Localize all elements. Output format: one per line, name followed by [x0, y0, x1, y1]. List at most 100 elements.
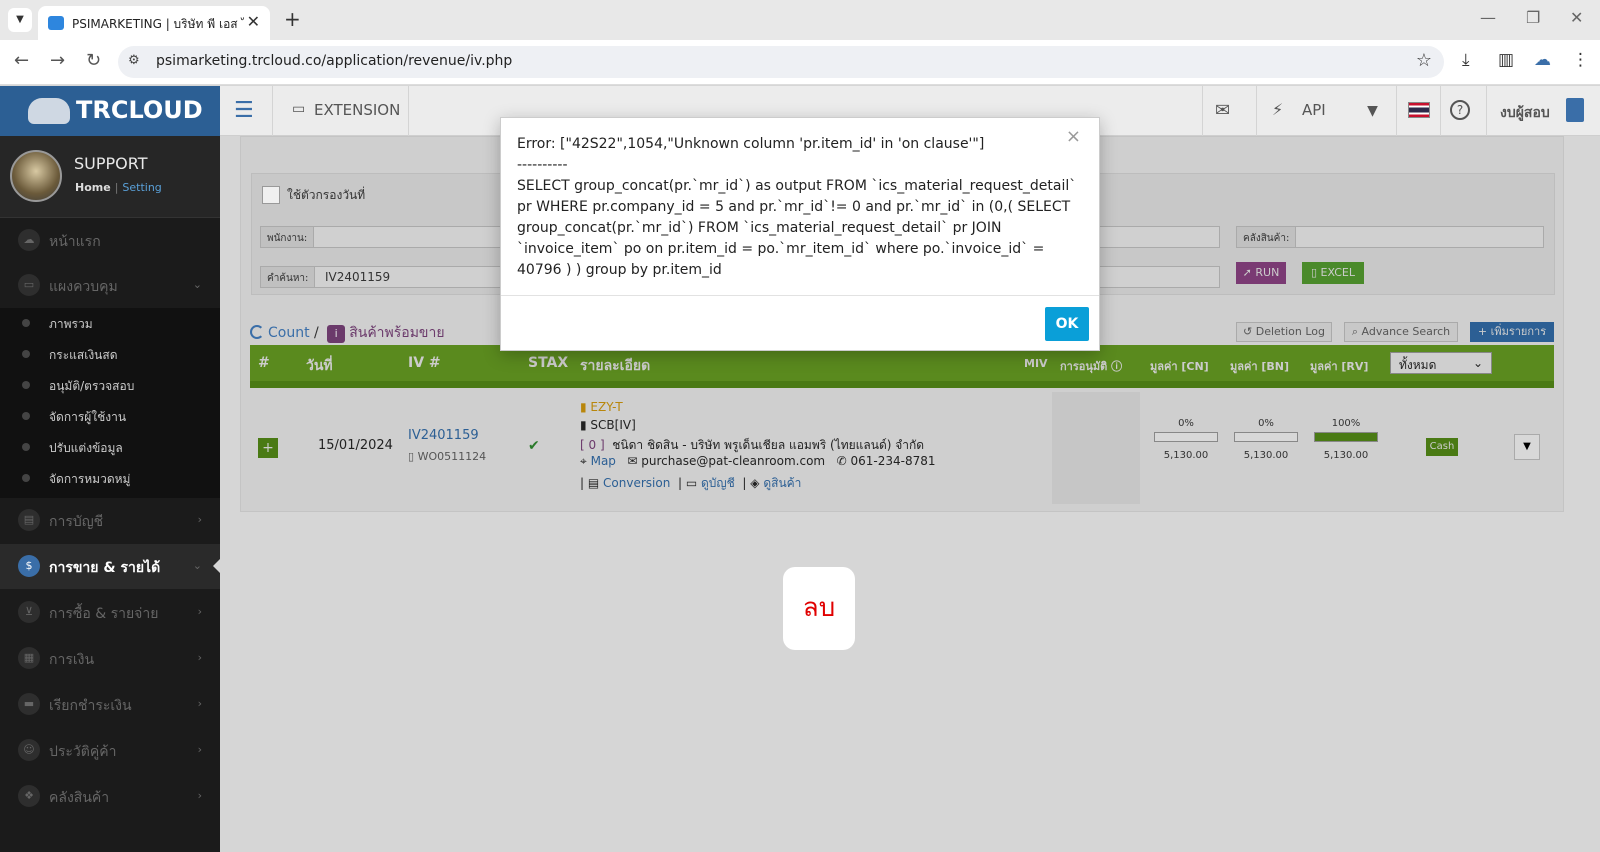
browser-tabbar: ▼ PSIMARKETING | บริษัท พี เอส ไอ ✕ + — …: [0, 0, 1600, 40]
excel-button[interactable]: ▯ EXCEL: [1302, 262, 1364, 284]
user-name: SUPPORT: [74, 154, 148, 173]
test-account-label[interactable]: งบผู้สอบ: [1500, 102, 1550, 124]
submenu-item-users[interactable]: จัดการผู้ใช้งาน: [22, 401, 212, 432]
url-text[interactable]: psimarketing.trcloud.co/application/reve…: [156, 53, 512, 69]
user-profile: SUPPORT Home | Setting: [0, 136, 220, 218]
chevron-right-icon: ›: [197, 651, 202, 664]
view-product-link[interactable]: ดูสินค้า: [763, 476, 801, 490]
deletion-log-button[interactable]: ↺ Deletion Log: [1236, 322, 1332, 342]
avatar: [10, 150, 62, 202]
chevron-right-icon: ›: [197, 743, 202, 756]
hamburger-menu-icon[interactable]: ☰: [234, 98, 254, 123]
warehouse-field[interactable]: คลังสินค้า:: [1236, 226, 1544, 248]
submenu-label: จัดการผู้ใช้งาน: [49, 410, 127, 424]
row-iv-link[interactable]: IV2401159: [408, 428, 479, 443]
back-icon[interactable]: ←: [14, 50, 29, 71]
row-customer: [ 0 ] ชนิดา ชิดสิน - บริษัท พรูเด็นเชียล…: [580, 436, 924, 455]
sidebar-item-purchase[interactable]: ⊻ การซื้อ & รายจ่าย ›: [0, 590, 220, 635]
browser-tab[interactable]: PSIMARKETING | บริษัท พี เอส ไอ ✕: [38, 6, 270, 40]
ready-stock-link[interactable]: สินค้าพร้อมขาย: [349, 325, 444, 341]
chevron-right-icon: ›: [197, 697, 202, 710]
employee-label: พนักงาน:: [261, 227, 315, 247]
chevron-down-icon[interactable]: ▼: [8, 8, 32, 32]
chevron-right-icon: ›: [197, 789, 202, 802]
extension-cloud-icon[interactable]: ☁: [1534, 50, 1551, 70]
row-actions-dropdown[interactable]: ▼: [1514, 434, 1540, 460]
calculator-icon[interactable]: [1566, 98, 1584, 122]
ok-button[interactable]: OK: [1045, 307, 1089, 341]
submenu-label: จัดการหมวดหมู่: [49, 472, 131, 486]
row-wo-link[interactable]: ▯ WO0511124: [408, 450, 486, 463]
kebab-menu-icon[interactable]: ⋮: [1572, 50, 1589, 70]
submenu-item-customize[interactable]: ปรับแต่งข้อมูล: [22, 432, 212, 463]
submenu-item-categories[interactable]: จัดการหมวดหมู่: [22, 463, 212, 494]
forward-icon[interactable]: →: [50, 50, 65, 71]
divider: [1256, 86, 1257, 136]
setting-link[interactable]: Setting: [122, 181, 161, 194]
download-icon[interactable]: ⤓: [1462, 50, 1470, 70]
sidebar-item-finance[interactable]: ▦ การเงิน ›: [0, 636, 220, 681]
api-button[interactable]: ⚡ API: [1262, 86, 1350, 136]
restore-icon[interactable]: ❐: [1526, 8, 1540, 27]
dollar-icon: $: [18, 555, 40, 577]
run-button[interactable]: ➚ RUN: [1236, 262, 1286, 284]
monitor-icon: ▭: [685, 476, 698, 490]
caret-down-icon[interactable]: ▼: [1350, 86, 1395, 136]
expand-row-button[interactable]: +: [258, 438, 278, 458]
bookmark-star-icon[interactable]: ☆: [1416, 50, 1432, 71]
cloud-icon: ☁: [18, 229, 40, 251]
conversion-link[interactable]: Conversion: [603, 476, 670, 490]
column-header-bn: มูลค่า [BN]: [1230, 360, 1290, 373]
omnibox[interactable]: ⚙ psimarketing.trcloud.co/application/re…: [118, 46, 1444, 78]
help-icon[interactable]: ?: [1450, 100, 1470, 120]
logo[interactable]: TRCLOUD: [0, 86, 220, 136]
new-tab-button[interactable]: +: [284, 7, 301, 31]
submenu-item-cashflow[interactable]: กระแสเงินสด: [22, 339, 212, 370]
rocket-icon: ➚: [1242, 266, 1256, 279]
submenu-item-approval[interactable]: อนุมัติ/ตรวจสอบ: [22, 370, 212, 401]
sidebar: TRCLOUD SUPPORT Home | Setting ☁ หน้าแรก ▭…: [0, 86, 220, 852]
mail-icon[interactable]: ✉: [1215, 100, 1230, 121]
row-date: 15/01/2024: [318, 438, 393, 453]
home-link[interactable]: Home: [75, 181, 111, 194]
divider: [272, 86, 273, 136]
divider: [1440, 86, 1441, 136]
map-link[interactable]: Map: [591, 454, 616, 468]
sidebar-item-billing[interactable]: ▬ เรียกชำระเงิน ›: [0, 682, 220, 727]
rv-progress: 100% 5,130.00: [1314, 418, 1378, 461]
monitor-icon: ▭: [18, 274, 40, 296]
dashboard-submenu: ภาพรวม กระแสเงินสด อนุมัติ/ตรวจสอบ จัดกา…: [0, 308, 220, 498]
status-filter-select[interactable]: ทั้งหมด ⌄: [1390, 352, 1492, 374]
sidebar-item-sales[interactable]: $ การขาย & รายได้ ⌄: [0, 544, 220, 589]
reload-icon[interactable]: ↻: [86, 50, 101, 71]
minimize-icon[interactable]: —: [1480, 8, 1496, 27]
sidebar-item-accounting[interactable]: ▤ การบัญชี ›: [0, 498, 220, 543]
column-header-date[interactable]: วันที่: [306, 355, 333, 377]
add-item-button[interactable]: + เพิ่มรายการ: [1470, 322, 1554, 342]
dialog-divider: [501, 295, 1099, 296]
thai-flag-icon[interactable]: [1408, 102, 1430, 118]
date-filter-checkbox[interactable]: [262, 186, 280, 204]
close-icon[interactable]: ✕: [247, 12, 260, 31]
chevron-down-icon: ⌄: [1472, 356, 1483, 370]
refresh-icon[interactable]: [250, 325, 264, 339]
sidebar-item-warehouse[interactable]: ❖ คลังสินค้า ›: [0, 774, 220, 819]
column-header-iv[interactable]: IV #: [408, 355, 441, 371]
delete-label-chip[interactable]: ลบ: [783, 567, 855, 650]
submenu-item-overview[interactable]: ภาพรวม: [22, 308, 212, 339]
advance-search-button[interactable]: ⌕ Advance Search: [1344, 322, 1458, 342]
sidebar-item-home[interactable]: ☁ หน้าแรก: [0, 218, 220, 263]
close-window-icon[interactable]: ✕: [1570, 8, 1583, 27]
search-input[interactable]: IV2401159: [325, 270, 390, 284]
sidebar-item-dashboard[interactable]: ▭ แผงควบคุม ⌄: [0, 263, 220, 308]
cloud-logo-icon: [28, 98, 70, 124]
count-link[interactable]: Count: [268, 325, 310, 341]
payment-badge[interactable]: Cash: [1426, 438, 1458, 456]
sidebar-item-partners[interactable]: ☺ ประวัติคู่ค้า ›: [0, 728, 220, 773]
extension-button[interactable]: ▭ EXTENSION: [282, 86, 422, 136]
side-panel-icon[interactable]: ▥: [1498, 50, 1514, 70]
site-info-icon[interactable]: ⚙: [128, 53, 140, 68]
view-account-link[interactable]: ดูบัญชี: [701, 476, 735, 490]
sidebar-item-label: การซื้อ & รายจ่าย: [49, 606, 159, 622]
bn-percent: 0%: [1258, 418, 1274, 429]
